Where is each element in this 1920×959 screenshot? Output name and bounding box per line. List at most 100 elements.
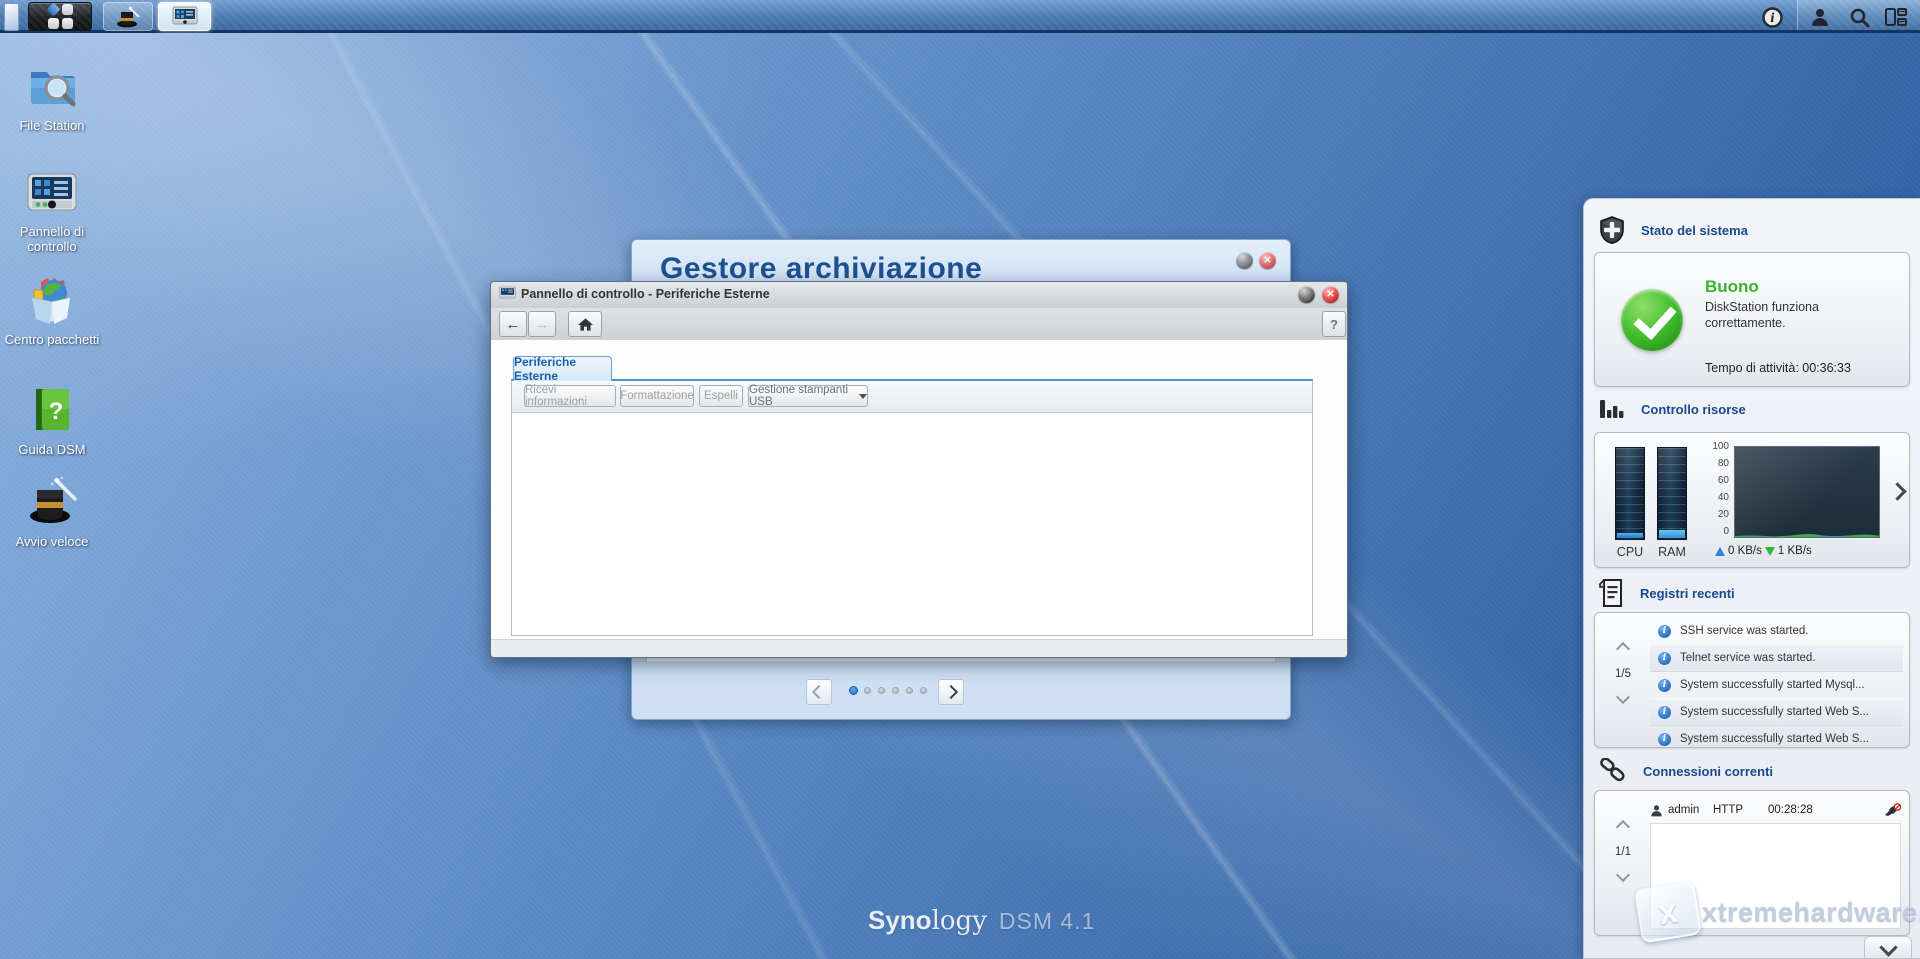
log-row[interactable]: i System successfully started Web S... (1650, 698, 1903, 726)
close-icon[interactable]: ✕ (1259, 252, 1276, 269)
logs-pager: 1/5 (1603, 641, 1643, 707)
svg-text:i: i (1770, 11, 1775, 25)
info-button[interactable]: i (1760, 5, 1784, 29)
synology-logo: Synology (868, 905, 987, 936)
system-health-sidebar: Stato del sistema Buono DiskStation funz… (1583, 198, 1920, 959)
connections-page-down-button[interactable] (1603, 867, 1643, 885)
desktop-icon-quick-start[interactable]: Avvio veloce (0, 474, 104, 549)
close-icon[interactable]: ✕ (1322, 286, 1339, 303)
page-next-button[interactable] (938, 679, 964, 705)
pagination-dot[interactable] (878, 687, 885, 694)
pagination-dot[interactable] (864, 687, 871, 694)
home-icon (578, 318, 593, 331)
cpu-label: CPU (1615, 545, 1645, 559)
connection-row[interactable]: admin HTTP 00:28:28 (1650, 799, 1901, 821)
help-button[interactable]: ? (1322, 311, 1346, 337)
eject-button[interactable]: Espelli (699, 385, 743, 407)
network-chart-axis: 100 80 60 40 20 0 (1701, 441, 1731, 539)
log-text: System successfully started Web S... (1680, 706, 1869, 718)
storage-manager-pagination (632, 663, 1290, 719)
chevron-down-icon (859, 394, 867, 399)
widget-title: Controllo risorse (1641, 402, 1746, 417)
pilot-view-button[interactable] (1884, 5, 1908, 29)
user-icon (1650, 804, 1663, 817)
panel-toolbar: Ricevi informazioni Formattazione Espell… (512, 381, 1312, 413)
widget-title: Registri recenti (1640, 586, 1735, 601)
resource-monitor-card[interactable]: CPU RAM 100 80 60 40 20 0 0 KB/s 1 KB (1594, 432, 1910, 568)
resource-monitor-header: Controllo risorse (1599, 398, 1746, 420)
uptime-label: Tempo di attività: 00:36:33 (1705, 361, 1851, 375)
title-bar[interactable]: Pannello di controllo - Periferiche Este… (491, 282, 1347, 309)
desktop-icon-label: Avvio veloce (0, 534, 104, 549)
tab-periferiche-esterne[interactable]: Periferiche Esterne (513, 356, 612, 381)
log-row[interactable]: iSSH service was started. (1650, 618, 1903, 644)
desktop-icon-control-panel[interactable]: Pannello di controllo (0, 172, 104, 254)
info-icon: i (1658, 706, 1671, 719)
dsm-watermark: Synology DSM 4.1 (868, 905, 1095, 936)
sidebar-collapse-button[interactable] (1864, 936, 1912, 958)
log-text: System successfully started Mysql... (1680, 679, 1865, 691)
minimize-button[interactable] (1236, 252, 1253, 269)
chevron-up-icon (1616, 820, 1630, 834)
button-label: Gestione stampanti USB (749, 384, 853, 408)
home-button[interactable] (568, 311, 602, 337)
log-row[interactable]: i System successfully started Web S... (1650, 726, 1903, 752)
back-arrow-icon: ← (506, 316, 521, 333)
package-center-icon (25, 276, 79, 324)
search-button[interactable] (1847, 5, 1871, 29)
log-row[interactable]: iSystem successfully started Mysql... (1650, 672, 1903, 698)
status-value: Buono (1705, 277, 1759, 297)
control-panel-window: Pannello di controllo - Periferiche Este… (490, 281, 1348, 658)
desktop-icon-file-station[interactable]: File Station (0, 62, 104, 133)
get-info-button[interactable]: Ricevi informazioni (524, 385, 616, 407)
page-prev-button[interactable] (806, 679, 832, 705)
connections-page-up-button[interactable] (1603, 819, 1643, 837)
minimize-button[interactable] (1298, 286, 1315, 303)
info-icon: i (1658, 733, 1671, 746)
logs-page-down-button[interactable] (1603, 689, 1643, 707)
desktop-icon-label: File Station (0, 118, 104, 133)
usb-printer-menu-button[interactable]: Gestione stampanti USB (748, 385, 868, 407)
disconnect-icon[interactable] (1884, 803, 1901, 817)
chevron-up-icon (1616, 642, 1630, 656)
forward-button[interactable]: → (528, 311, 556, 337)
widget-title: Stato del sistema (1641, 223, 1748, 238)
desktop: i (0, 0, 1920, 959)
status-ok-icon (1621, 289, 1683, 351)
chevron-down-icon (1879, 938, 1897, 956)
button-label: Ricevi informazioni (525, 384, 615, 408)
desktop-icon-label: Centro pacchetti (0, 332, 104, 347)
desktop-icon-dsm-help[interactable]: ? Guida DSM (0, 386, 104, 457)
chevron-down-icon (1616, 868, 1630, 882)
info-icon: i (1658, 625, 1671, 638)
format-button[interactable]: Formattazione (620, 385, 694, 407)
logs-page-up-button[interactable] (1603, 641, 1643, 659)
log-row[interactable]: iTelnet service was started. (1650, 644, 1903, 672)
cpu-gauge (1615, 447, 1645, 540)
pagination-dot[interactable] (849, 686, 858, 695)
info-icon: i (1762, 7, 1783, 28)
expand-resource-button[interactable] (1891, 485, 1904, 503)
control-panel-icon (25, 172, 79, 216)
back-button[interactable]: ← (499, 311, 527, 337)
connection-time: 00:28:28 (1768, 804, 1838, 816)
button-label: Formattazione (620, 390, 694, 402)
taskbar-quick-launch-button[interactable] (103, 2, 153, 31)
user-menu-button[interactable] (1808, 5, 1832, 29)
pagination-dot[interactable] (906, 687, 913, 694)
dsm-help-icon: ? (28, 386, 76, 434)
button-label: Espelli (704, 390, 738, 402)
control-panel-task-icon (172, 6, 198, 28)
system-status-header: Stato del sistema (1599, 216, 1748, 244)
user-icon (1810, 7, 1830, 27)
pagination-dot[interactable] (920, 687, 927, 694)
show-desktop-button[interactable] (4, 3, 19, 31)
log-text: System successfully started Web S... (1680, 733, 1869, 745)
taskbar-control-panel-button[interactable] (158, 2, 211, 31)
pagination-dot[interactable] (892, 687, 899, 694)
main-menu-button[interactable] (28, 2, 92, 31)
desktop-icon-package-center[interactable]: Centro pacchetti (0, 276, 104, 347)
connection-protocol: HTTP (1713, 804, 1768, 816)
shield-icon (1599, 216, 1625, 244)
ram-label: RAM (1657, 545, 1687, 559)
